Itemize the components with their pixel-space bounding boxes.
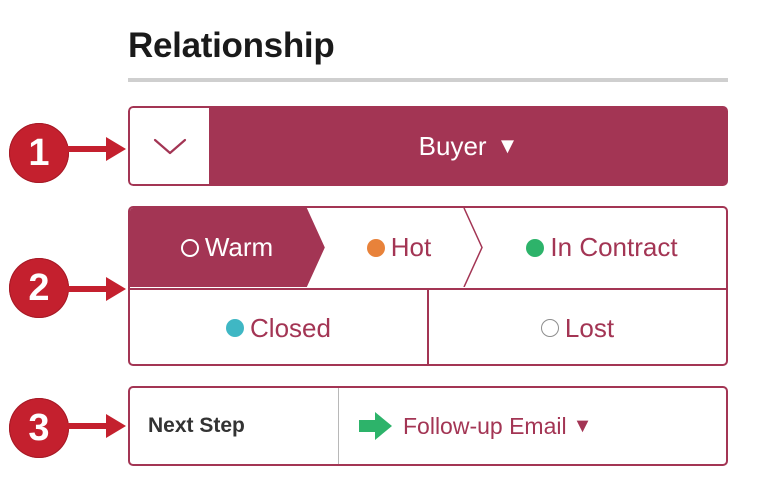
empty-radio-icon [540, 319, 559, 337]
status-bottom-row: Closed Lost [130, 288, 726, 364]
caret-down-icon: ▼ [572, 414, 593, 437]
next-step-dropdown[interactable]: Follow-up Email ▼ [339, 388, 726, 464]
callout-badge-1: 1 [9, 123, 69, 183]
callout-badge-2: 2 [9, 258, 69, 318]
orange-dot-icon [366, 238, 385, 257]
status-option-lost[interactable]: Lost [427, 290, 726, 364]
next-step-value: Follow-up Email [403, 412, 567, 439]
status-option-closed[interactable]: Closed [130, 290, 427, 364]
status-option-label: In Contract [550, 232, 678, 262]
callout-badge-3: 3 [9, 398, 69, 458]
title-divider [128, 78, 728, 82]
next-step-row: Next Step Follow-up Email ▼ [128, 386, 728, 466]
status-selector: Warm Hot In Contract Closed Lost [128, 206, 728, 366]
radio-dot-icon [180, 238, 199, 257]
section-title: Relationship [128, 26, 335, 65]
status-option-label: Lost [564, 312, 615, 343]
relationship-panel: Relationship 1 2 3 Buyer ▼ Warm Hot In C… [0, 0, 758, 492]
green-arrow-icon [359, 412, 392, 440]
collapse-toggle-button[interactable] [128, 106, 209, 186]
status-option-label: Hot [390, 232, 432, 262]
role-dropdown[interactable]: Buyer ▼ [209, 106, 728, 186]
status-option-hot[interactable]: Hot [324, 208, 474, 287]
callout-arrow-1-icon [66, 137, 126, 161]
status-option-label: Warm [204, 232, 274, 262]
next-step-label: Next Step [130, 388, 339, 464]
status-option-warm[interactable]: Warm [130, 208, 324, 287]
callout-arrow-2-icon [66, 277, 126, 301]
chevron-down-icon [153, 138, 186, 155]
caret-down-icon: ▼ [496, 133, 519, 158]
role-dropdown-label: Buyer [418, 130, 487, 161]
callout-arrow-3-icon [66, 414, 126, 438]
status-option-in-contract[interactable]: In Contract [482, 208, 722, 287]
relationship-role-row: Buyer ▼ [128, 106, 728, 186]
status-option-label: Closed [250, 312, 331, 343]
teal-dot-icon [226, 319, 245, 337]
status-top-row: Warm Hot In Contract [130, 208, 726, 287]
green-dot-icon [526, 238, 545, 257]
